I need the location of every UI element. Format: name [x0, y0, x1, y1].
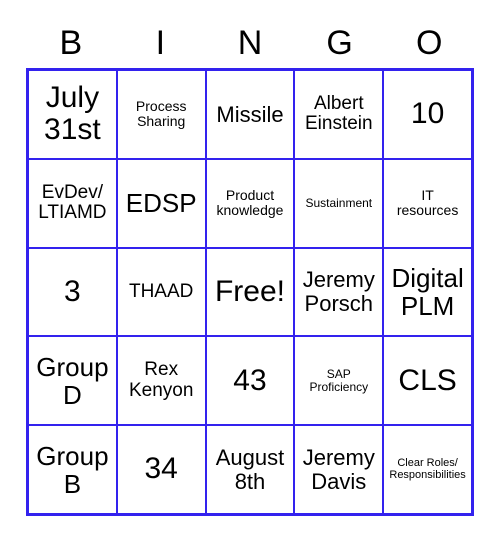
- bingo-cell-i-2[interactable]: EDSP: [117, 159, 205, 247]
- bingo-cell-o-1[interactable]: 10: [384, 71, 471, 158]
- bingo-cell-label: IT resources: [396, 187, 459, 219]
- bingo-cell-b-5[interactable]: Group B: [29, 426, 116, 513]
- bingo-cell-label: 34: [144, 452, 178, 486]
- bingo-cell-g-1[interactable]: Albert Einstein: [295, 71, 383, 158]
- bingo-cell-label: CLS: [398, 363, 457, 397]
- bingo-cell-label: August 8th: [215, 444, 285, 494]
- bingo-card: B I N G O July 31st Process Sharing Missil…: [0, 0, 501, 544]
- bingo-cell-o-3[interactable]: Digital PLM: [384, 248, 471, 336]
- bingo-cell-label: SAP Proficiency: [309, 366, 369, 394]
- bingo-cell-o-5[interactable]: Clear Roles/ Responsibilities: [384, 426, 471, 513]
- bingo-cell-g-2[interactable]: Sustainment: [295, 159, 383, 247]
- bingo-cell-label: Product knowledge: [216, 187, 284, 219]
- bingo-cell-label: July 31st: [44, 81, 101, 147]
- bingo-header-letter-o: O: [415, 24, 443, 62]
- bingo-cell-i-3[interactable]: THAAD: [117, 248, 205, 336]
- bingo-cell-label: THAAD: [128, 280, 194, 302]
- bingo-header-letter-g: G: [326, 24, 353, 62]
- bingo-cell-b-4[interactable]: Group D: [29, 337, 116, 425]
- bingo-cell-n-2[interactable]: Product knowledge: [206, 159, 294, 247]
- bingo-cell-g-4[interactable]: SAP Proficiency: [295, 337, 383, 425]
- bingo-cell-i-4[interactable]: Rex Kenyon: [117, 337, 205, 425]
- bingo-cell-label: Missile: [216, 101, 284, 127]
- bingo-cell-label: Group D: [36, 351, 109, 410]
- bingo-cell-label: Jeremy Davis: [302, 444, 375, 494]
- bingo-cell-label: Albert Einstein: [304, 92, 373, 135]
- bingo-cell-b-3[interactable]: 3: [29, 248, 116, 336]
- bingo-cell-label: Sustainment: [305, 195, 373, 210]
- bingo-cell-label: Rex Kenyon: [128, 359, 194, 401]
- bingo-cell-label: 43: [233, 363, 267, 397]
- bingo-grid: July 31st Process Sharing Missile Albert Ei…: [26, 68, 474, 516]
- bingo-cell-label: Jeremy Porsch: [302, 267, 375, 316]
- bingo-cell-b-1[interactable]: July 31st: [29, 71, 116, 158]
- bingo-cell-g-5[interactable]: Jeremy Davis: [295, 426, 383, 513]
- bingo-cell-i-1[interactable]: Process Sharing: [117, 71, 205, 158]
- bingo-header-letter-n: N: [237, 24, 263, 62]
- bingo-cell-g-3[interactable]: Jeremy Porsch: [295, 248, 383, 336]
- bingo-cell-label: 10: [410, 97, 445, 131]
- bingo-cell-o-4[interactable]: CLS: [384, 337, 471, 425]
- bingo-cell-n-1[interactable]: Missile: [206, 71, 294, 158]
- bingo-cell-label: 3: [64, 274, 81, 308]
- bingo-header-letter-i: I: [155, 24, 166, 62]
- bingo-cell-i-5[interactable]: 34: [117, 426, 205, 513]
- bingo-cell-label: Group B: [36, 440, 109, 499]
- bingo-cell-o-2[interactable]: IT resources: [384, 159, 471, 247]
- bingo-cell-label: Free!: [214, 274, 285, 308]
- bingo-header-letter-b: B: [59, 24, 83, 62]
- bingo-cell-label: Clear Roles/ Responsibilities: [389, 456, 466, 481]
- bingo-cell-b-2[interactable]: EvDev/ LTIAMD: [29, 159, 116, 247]
- bingo-cell-label: EvDev/ LTIAMD: [38, 181, 107, 224]
- bingo-cell-n-5[interactable]: August 8th: [206, 426, 294, 513]
- bingo-cell-label: Process Sharing: [135, 98, 187, 130]
- bingo-cell-label: Digital PLM: [391, 262, 464, 321]
- bingo-header-row: B I N G O: [26, 18, 474, 68]
- bingo-cell-label: EDSP: [125, 188, 197, 219]
- bingo-cell-free-space[interactable]: Free!: [206, 248, 294, 336]
- bingo-cell-n-4[interactable]: 43: [206, 337, 294, 425]
